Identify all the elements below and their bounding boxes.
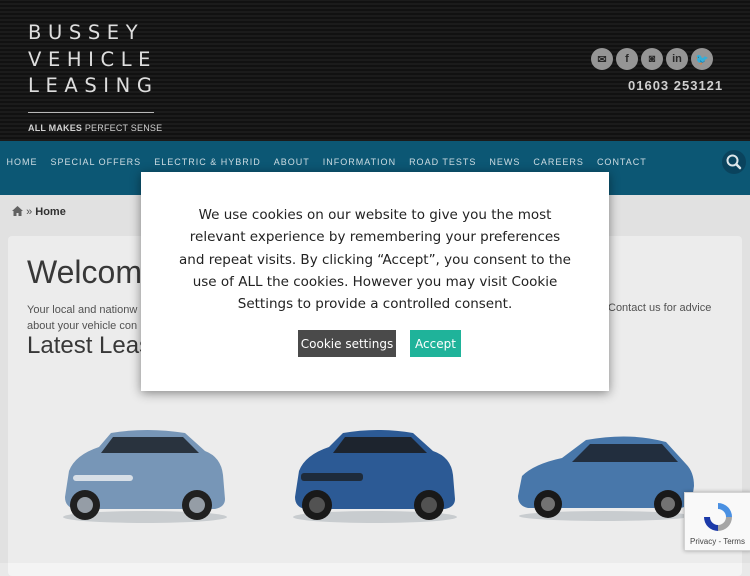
recaptcha-links[interactable]: Privacy - Terms [690,537,745,546]
cookie-settings-button[interactable]: Cookie settings [298,330,396,357]
cookie-message: We use cookies on our website to give yo… [179,207,571,313]
recaptcha-badge[interactable]: Privacy - Terms [684,492,750,551]
accept-button[interactable]: Accept [410,330,461,357]
cookie-consent-dialog: We use cookies on our website to give yo… [141,172,609,391]
recaptcha-icon [704,503,732,531]
